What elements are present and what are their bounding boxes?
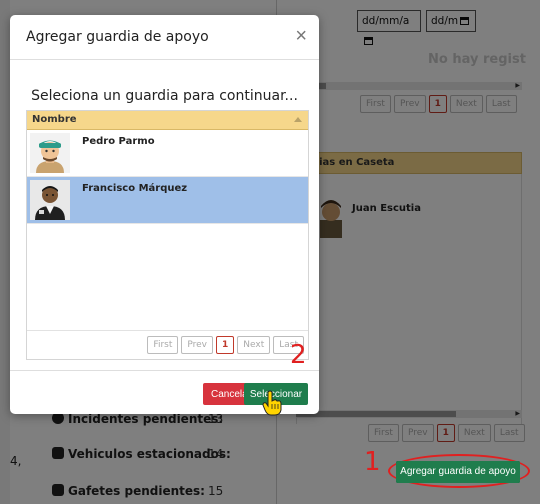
pager-first[interactable]: First [147, 336, 179, 354]
grid-row-selected[interactable]: Francisco Márquez [27, 177, 308, 224]
guard-avatar-icon [30, 180, 70, 220]
annotation-step-2: 2 [290, 340, 307, 370]
sort-up-icon[interactable] [294, 117, 302, 122]
pager-current[interactable]: 1 [216, 336, 235, 354]
modal-header: Agregar guardia de apoyo × [10, 15, 319, 60]
grid-row[interactable]: Pedro Parmo [27, 130, 308, 177]
guard-avatar-icon [30, 133, 70, 173]
add-support-guard-modal: Agregar guardia de apoyo × Seleciona un … [10, 15, 319, 414]
modal-subtitle: Seleciona un guardia para continuar... [31, 88, 298, 104]
grid-header-label: Nombre [32, 114, 77, 125]
modal-title: Agregar guardia de apoyo [26, 29, 209, 45]
modal-pager: First Prev 1 Next Last [147, 336, 304, 354]
add-support-guard-button-highlight[interactable]: Agregar guardia de apoyo [396, 461, 520, 483]
grid-footer: First Prev 1 Next Last [27, 330, 308, 359]
pager-prev[interactable]: Prev [181, 336, 214, 354]
annotation-step-1: 1 [364, 447, 381, 477]
grid-header-nombre[interactable]: Nombre [27, 111, 308, 130]
hand-pointer-icon [262, 390, 282, 416]
close-icon[interactable]: × [295, 26, 307, 46]
guard-grid: Nombre Pedro Parmo Francisco Márquez Fir… [26, 110, 309, 360]
guard-name: Francisco Márquez [82, 183, 188, 194]
guard-name: Pedro Parmo [82, 136, 155, 147]
pager-next[interactable]: Next [237, 336, 271, 354]
